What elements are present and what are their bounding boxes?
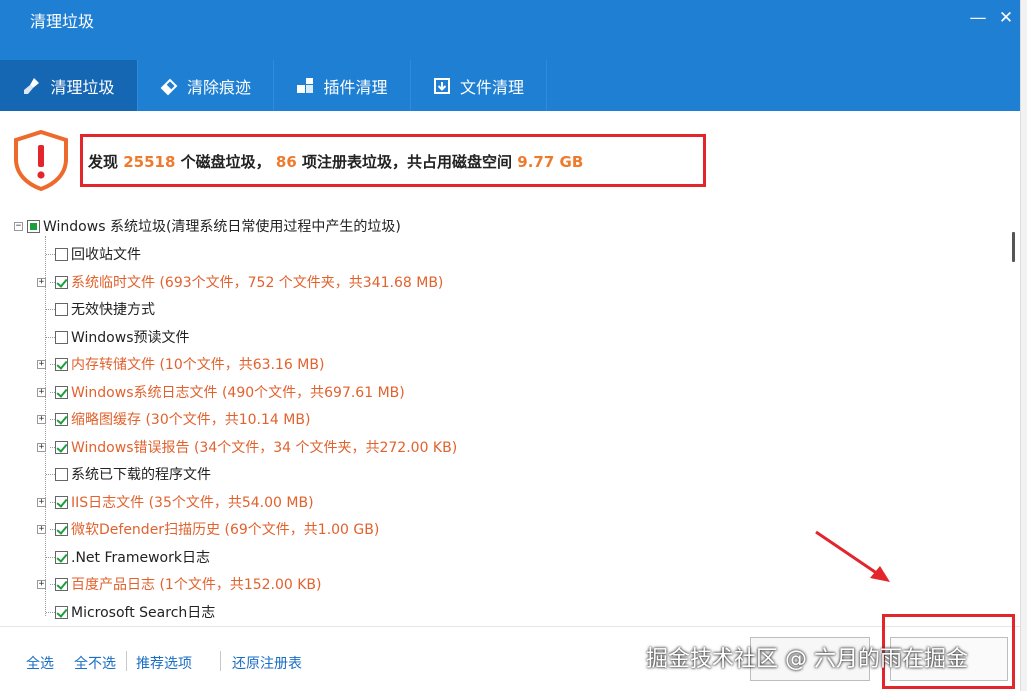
summary-reg-text: 项注册表垃圾，共占用磁盘空间 — [302, 153, 513, 171]
tree-item-label: 微软Defender扫描历史 (69个文件，共1.00 GB) — [71, 522, 380, 538]
tree-connector — [46, 308, 55, 310]
background-window-edge — [1020, 0, 1027, 691]
tree-connector — [46, 556, 55, 558]
tree-item-row[interactable]: + 百度产品日志 (1个文件，共152.00 KB) — [37, 573, 322, 595]
item-checkbox[interactable] — [55, 330, 68, 344]
item-checkbox[interactable] — [55, 550, 68, 564]
watermark: 掘金技术社区 @ 六月的雨在掘金 — [646, 647, 968, 672]
tree-connector — [46, 611, 55, 613]
tab-label: 清理垃圾 — [50, 77, 115, 97]
download-box-icon — [433, 77, 450, 94]
item-checkbox[interactable] — [55, 275, 68, 289]
item-checkbox[interactable] — [55, 577, 68, 591]
disk-junk-count: 25518 — [123, 153, 176, 171]
divider — [126, 651, 127, 671]
tree-root-label: Windows 系统垃圾(清理系统日常使用过程中产生的垃圾) — [43, 219, 401, 235]
tab-clear-traces[interactable]: 清除痕迹 — [137, 60, 274, 111]
tree-item-row[interactable]: 回收站文件 — [37, 243, 141, 265]
tree-item-row[interactable]: + 系统临时文件 (693个文件，752 个文件夹，共341.68 MB) — [37, 271, 443, 293]
title-bar: 清理垃圾 — ✕ — [0, 0, 1020, 60]
select-all-link[interactable]: 全选 — [26, 653, 54, 673]
tab-bar: 清理垃圾 清除痕迹 插件清理 文件清理 — [0, 60, 1020, 111]
broom-icon — [24, 77, 40, 94]
tree-item-row[interactable]: + Windows错误报告 (34个文件，34 个文件夹，共272.00 KB) — [37, 436, 457, 458]
total-size: 9.77 GB — [517, 153, 584, 171]
item-checkbox[interactable] — [55, 357, 68, 371]
tab-label: 文件清理 — [459, 77, 524, 97]
tree-item-label: 系统已下载的程序文件 — [71, 467, 211, 483]
tree-connector-line — [45, 236, 46, 616]
tree-root-row[interactable]: − Windows 系统垃圾(清理系统日常使用过程中产生的垃圾) — [14, 215, 401, 237]
tab-plugin-clean[interactable]: 插件清理 — [273, 60, 411, 111]
tree-item-label: 系统临时文件 (693个文件，752 个文件夹，共341.68 MB) — [71, 275, 444, 291]
recommended-link[interactable]: 推荐选项 — [136, 653, 192, 673]
tree-item-label: 百度产品日志 (1个文件，共152.00 KB) — [71, 577, 322, 593]
tree-item-row[interactable]: Windows预读文件 — [37, 326, 190, 348]
minimize-button[interactable]: — — [966, 6, 990, 30]
tree-item-label: 无效快捷方式 — [71, 302, 155, 318]
item-checkbox[interactable] — [55, 467, 68, 481]
scan-summary-text: 发现 25518 个磁盘垃圾， 86 项注册表垃圾，共占用磁盘空间 9.77 G… — [88, 151, 583, 172]
tree-item-row[interactable]: 无效快捷方式 — [37, 298, 155, 320]
summary-disk-text: 个磁盘垃圾， — [180, 153, 271, 171]
tree-item-row[interactable]: + IIS日志文件 (35个文件，共54.00 MB) — [37, 491, 314, 513]
scrollbar[interactable] — [1008, 212, 1020, 626]
tree-item-label: .Net Framework日志 — [71, 550, 210, 566]
summary-found: 发现 — [88, 153, 119, 171]
item-checkbox[interactable] — [55, 495, 68, 509]
item-checkbox[interactable] — [55, 440, 68, 454]
eraser-icon — [160, 78, 178, 95]
item-checkbox[interactable] — [55, 605, 68, 619]
item-checkbox[interactable] — [55, 385, 68, 399]
tab-clean-junk[interactable]: 清理垃圾 — [0, 60, 138, 111]
tree-item-row[interactable]: + 缩略图缓存 (30个文件，共10.14 MB) — [37, 408, 310, 430]
close-button[interactable]: ✕ — [994, 6, 1018, 30]
annotation-arrow — [815, 530, 890, 582]
item-checkbox[interactable] — [55, 247, 68, 261]
collapse-icon[interactable]: − — [14, 221, 23, 231]
root-checkbox[interactable] — [27, 219, 40, 233]
tree-item-label: IIS日志文件 (35个文件，共54.00 MB) — [71, 495, 314, 511]
warning-shield-icon — [14, 129, 68, 191]
tree-item-label: Microsoft Search日志 — [71, 605, 216, 621]
tab-label: 清除痕迹 — [186, 77, 251, 97]
select-none-link[interactable]: 全不选 — [74, 653, 116, 673]
tree-item-label: 内存转储文件 (10个文件，共63.16 MB) — [71, 357, 325, 373]
item-checkbox[interactable] — [55, 522, 68, 536]
item-checkbox[interactable] — [55, 412, 68, 426]
tree-item-row[interactable]: .Net Framework日志 — [37, 546, 210, 568]
tree-item-label: Windows错误报告 (34个文件，34 个文件夹，共272.00 KB) — [71, 440, 458, 456]
tree-item-label: Windows预读文件 — [71, 330, 190, 346]
window-title: 清理垃圾 — [30, 12, 95, 31]
registry-junk-count: 86 — [275, 153, 297, 171]
tree-item-row[interactable]: Microsoft Search日志 — [37, 601, 215, 623]
tree-item-row[interactable]: + 内存转储文件 (10个文件，共63.16 MB) — [37, 353, 324, 375]
tree-item-label: 缩略图缓存 (30个文件，共10.14 MB) — [71, 412, 311, 428]
tab-label: 插件清理 — [323, 77, 388, 97]
tree-connector — [46, 473, 55, 475]
tab-file-clean[interactable]: 文件清理 — [410, 60, 547, 111]
puzzle-icon — [297, 77, 314, 93]
divider — [220, 651, 221, 671]
tree-item-label: 回收站文件 — [71, 247, 141, 263]
tree-item-label: Windows系统日志文件 (490个文件，共697.61 MB) — [71, 385, 405, 401]
tree-connector — [46, 336, 55, 338]
tree-item-row[interactable]: + Windows系统日志文件 (490个文件，共697.61 MB) — [37, 381, 405, 403]
restore-registry-link[interactable]: 还原注册表 — [232, 653, 302, 673]
tree-connector — [46, 253, 55, 255]
tree-item-row[interactable]: 系统已下载的程序文件 — [37, 463, 211, 485]
scan-summary-area: 发现 25518 个磁盘垃圾， 86 项注册表垃圾，共占用磁盘空间 9.77 G… — [0, 111, 1020, 213]
item-checkbox[interactable] — [55, 302, 68, 316]
scrollbar-thumb[interactable] — [1012, 232, 1015, 262]
tree-item-row[interactable]: + 微软Defender扫描历史 (69个文件，共1.00 GB) — [37, 518, 379, 540]
